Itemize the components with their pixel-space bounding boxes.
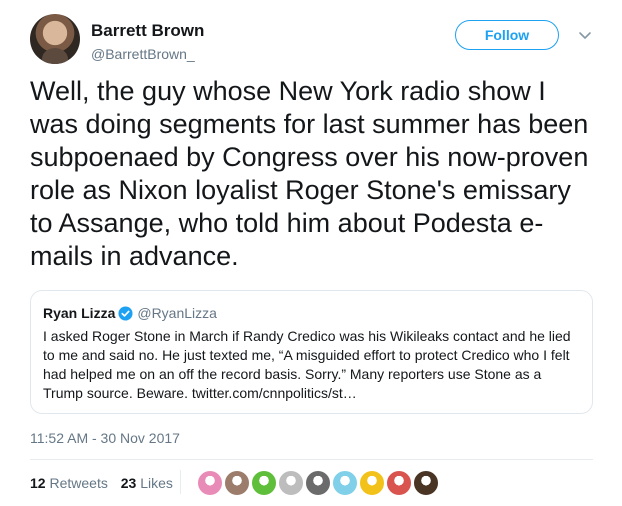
quoted-author-name: Ryan Lizza — [43, 305, 116, 321]
author-name[interactable]: Barrett Brown — [91, 21, 204, 41]
retweets-count: 12 — [30, 475, 46, 491]
author-handle[interactable]: @BarrettBrown_ — [91, 46, 195, 62]
liker-avatar[interactable] — [359, 470, 385, 496]
chevron-down-icon[interactable] — [578, 28, 592, 42]
tweet-text: Well, the guy whose New York radio show … — [30, 76, 589, 271]
quoted-author-handle: @RyanLizza — [137, 305, 217, 321]
quoted-tweet-header: Ryan Lizza @RyanLizza — [43, 304, 580, 322]
likes-label: Likes — [140, 475, 173, 491]
divider — [30, 459, 593, 460]
liker-avatar[interactable] — [413, 470, 439, 496]
likes-stat[interactable]: 23 Likes — [121, 475, 173, 491]
liker-avatar[interactable] — [197, 470, 223, 496]
retweets-label: Retweets — [49, 475, 108, 491]
verified-badge-icon — [118, 306, 133, 321]
liker-avatar[interactable] — [305, 470, 331, 496]
liker-avatar[interactable] — [251, 470, 277, 496]
likes-count: 23 — [120, 475, 137, 491]
retweets-stat[interactable]: 12 Retweets — [30, 475, 108, 491]
stats-separator — [180, 470, 181, 494]
liker-avatar[interactable] — [278, 470, 304, 496]
liker-avatar[interactable] — [386, 470, 412, 496]
author-avatar[interactable] — [30, 14, 80, 64]
liker-avatar[interactable] — [224, 470, 250, 496]
quoted-tweet-text: I asked Roger Stone in March if Randy Cr… — [43, 328, 571, 401]
tweet-timestamp[interactable]: 11:52 AM - 30 Nov 2017 — [30, 430, 180, 446]
liker-avatar[interactable] — [332, 470, 358, 496]
quoted-tweet[interactable]: Ryan Lizza @RyanLizza I asked Roger Stone… — [30, 290, 593, 414]
follow-button[interactable]: Follow — [455, 20, 559, 50]
tweet-stats: 12 Retweets 23 Likes — [30, 475, 182, 491]
tweet-header: Barrett Brown @BarrettBrown_ Follow — [30, 14, 610, 66]
